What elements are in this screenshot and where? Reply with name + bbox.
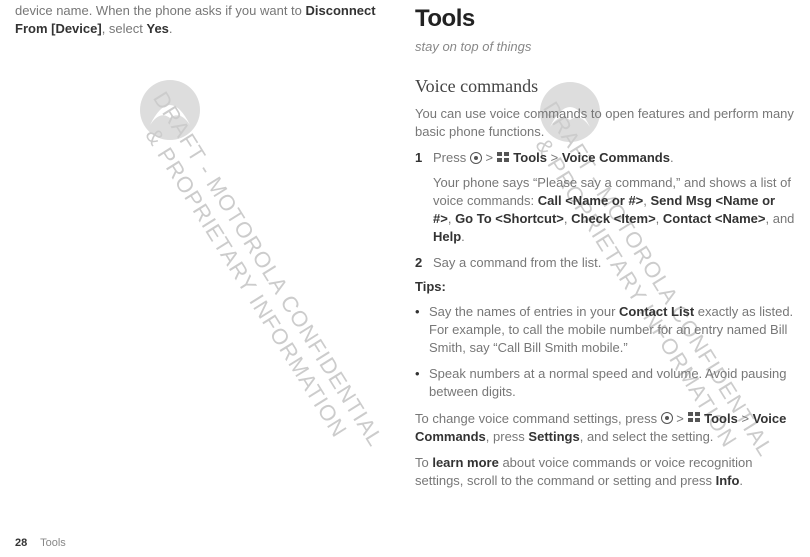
subheading: Voice commands [415,74,795,99]
tip-bullet: • Speak numbers at a normal speed and vo… [415,365,795,401]
txt-bold: Call <Name or #> [538,193,644,208]
txt: , [643,193,650,208]
txt-bold: Voice Commands [562,150,670,165]
txt-bold: Contact List [619,304,694,319]
txt: , press [486,429,529,444]
txt: . [739,473,743,488]
menu-icon [688,412,701,424]
page-footer: 28 Tools [15,537,66,549]
txt-bold: Help [433,229,461,244]
txt-bold: Go To <Shortcut> [455,211,564,226]
txt: > [738,411,753,426]
txt: Press [433,150,470,165]
step-2: 2 Say a command from the list. [415,254,795,272]
bullet-body: Speak numbers at a normal speed and volu… [429,365,795,401]
txt: , select [102,21,147,36]
txt: > [547,150,562,165]
txt: Say the names of entries in your [429,304,619,319]
txt: . [169,21,173,36]
txt: To [415,455,432,470]
bullet-icon: • [415,365,429,401]
center-key-icon [661,412,673,424]
page-number: 28 [15,537,27,549]
txt-bold: Tools [510,150,547,165]
txt-bold: Contact <Name> [663,211,766,226]
step-body: Say a command from the list. [433,254,601,272]
footer-section: Tools [40,537,66,549]
txt-bold: Check <Item> [571,211,656,226]
paragraph: To learn more about voice commands or vo… [415,454,795,490]
intro-paragraph: You can use voice commands to open featu… [415,105,795,141]
center-key-icon [470,152,482,164]
section-tagline: stay on top of things [415,38,795,56]
txt: > [673,411,688,426]
step-1-detail: Your phone says “Please say a command,” … [433,174,795,247]
txt: , [448,211,455,226]
step-number: 2 [415,254,433,272]
tip-bullet: • Say the names of entries in your Conta… [415,303,795,358]
txt-bold: Tools [701,411,738,426]
step-body: Press > Tools > Voice Commands. [433,149,674,167]
txt: device name. When the phone asks if you … [15,3,306,18]
txt: , and select the setting. [580,429,714,444]
tips-label: Tips: [415,278,795,296]
step-number: 1 [415,149,433,167]
txt-bold: Settings [528,429,579,444]
txt-bold: Info [716,473,740,488]
bullet-body: Say the names of entries in your Contact… [429,303,795,358]
bullet-icon: • [415,303,429,358]
txt-bold: Yes [147,21,169,36]
menu-icon [497,152,510,164]
left-paragraph: device name. When the phone asks if you … [15,2,380,38]
step-1: 1 Press > Tools > Voice Commands. [415,149,795,167]
txt: . [461,229,465,244]
txt-bold: learn more [432,455,498,470]
txt: , [656,211,663,226]
txt: To change voice command settings, press [415,411,661,426]
txt: , and [766,211,795,226]
paragraph: To change voice command settings, press … [415,410,795,446]
txt: > [482,150,497,165]
section-title: Tools [415,2,795,36]
txt: . [670,150,674,165]
